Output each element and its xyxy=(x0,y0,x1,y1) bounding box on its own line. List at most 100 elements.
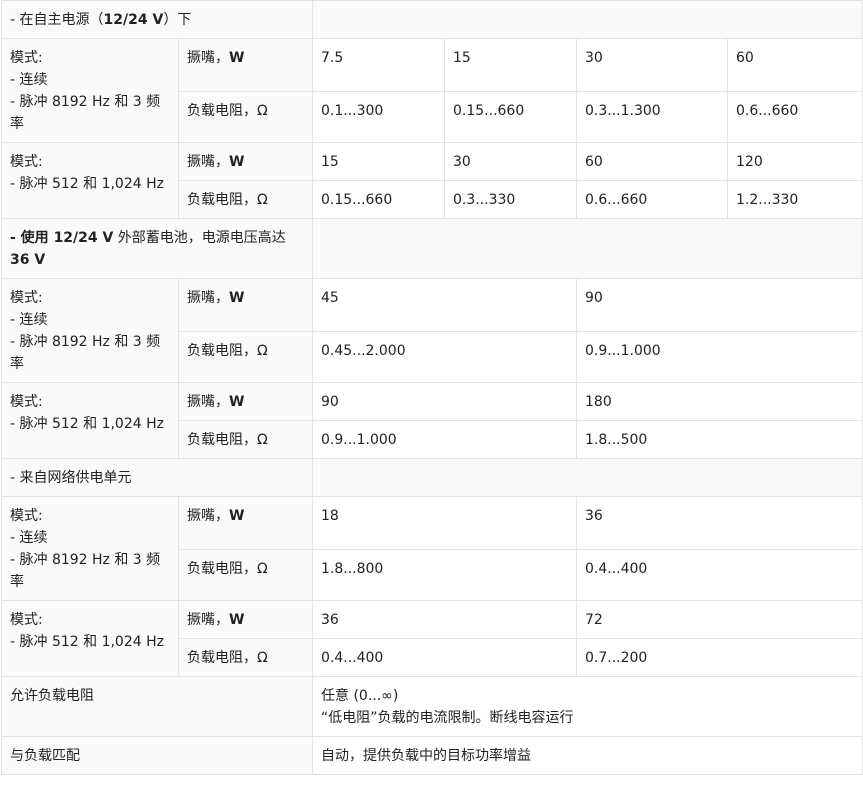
param-power-text: 撅嘴， xyxy=(187,508,229,524)
section-title-post: ）下 xyxy=(163,12,192,28)
section-title-pre: - 在自主电源（ xyxy=(10,12,104,28)
value-cell: 18 xyxy=(312,496,577,550)
value-cell: 90 xyxy=(576,278,863,332)
value-cell: 0.15...660 xyxy=(312,180,445,219)
value-cell: 36 xyxy=(576,496,863,550)
table-row: 模式: - 脉冲 512 和 1,024 Hz 撅嘴，W 90 180 xyxy=(1,382,863,459)
table-row: 允许负载电阻 任意 (0...∞) “低电阻”负载的电流限制。断线电容运行 xyxy=(1,676,863,737)
value-cell: 120 xyxy=(727,142,863,181)
param-power-label: 撅嘴，W xyxy=(178,496,313,550)
allowed-load-label: 允许负载电阻 xyxy=(1,676,313,737)
param-resistance-label: 负载电阻，Ω xyxy=(178,638,313,677)
table-row: 模式: - 连续 - 脉冲 8192 Hz 和 3 频率 撅嘴，W 45 90 xyxy=(1,278,863,383)
section-header-row: - 来自网络供电单元 xyxy=(1,458,863,497)
mode-pulse-8192: - 脉冲 8192 Hz 和 3 频率 xyxy=(10,94,161,132)
mode-pulse-8192: - 脉冲 8192 Hz 和 3 频率 xyxy=(10,334,161,372)
mode-label: 模式: xyxy=(10,290,43,306)
param-power-label: 撅嘴，W xyxy=(178,38,313,92)
mode-label: 模式: xyxy=(10,154,43,170)
value-cell: 72 xyxy=(576,600,863,639)
allowed-load-value: 任意 (0...∞) “低电阻”负载的电流限制。断线电容运行 xyxy=(312,676,863,737)
param-resistance-label: 负载电阻，Ω xyxy=(178,180,313,219)
value-cell: 0.3...330 xyxy=(444,180,577,219)
mode-label: 模式: xyxy=(10,508,43,524)
value-cell: 0.15...660 xyxy=(444,91,577,143)
mode-continuous: - 连续 xyxy=(10,312,48,328)
section-title-pre: - 使用 xyxy=(10,230,54,246)
value-cell: 0.3...1.300 xyxy=(576,91,728,143)
param-power-unit: W xyxy=(229,508,245,524)
section-header-row: - 使用 12/24 V 外部蓄电池，电源电压高达 36 V xyxy=(1,218,863,279)
section-title-bold: 12/24 V xyxy=(103,12,164,28)
value-cell: 30 xyxy=(444,142,577,181)
section-title: - 使用 12/24 V 外部蓄电池，电源电压高达 36 V xyxy=(1,218,313,279)
value-cell: 90 xyxy=(312,382,577,421)
value-cell: 1.2...330 xyxy=(727,180,863,219)
value-cell: 1.8...800 xyxy=(312,549,577,601)
mode-cell: 模式: - 脉冲 512 和 1,024 Hz xyxy=(1,600,179,677)
mode-cell: 模式: - 连续 - 脉冲 8192 Hz 和 3 频率 xyxy=(1,496,179,601)
value-cell: 0.4...400 xyxy=(576,549,863,601)
allowed-load-line2: “低电阻”负载的电流限制。断线电容运行 xyxy=(321,710,574,726)
section-title-bold: 12/24 V xyxy=(53,230,114,246)
value-cell: 180 xyxy=(576,382,863,421)
param-power-text: 撅嘴， xyxy=(187,290,229,306)
value-cell: 45 xyxy=(312,278,577,332)
value-cell: 0.9...1.000 xyxy=(576,331,863,383)
mode-label: 模式: xyxy=(10,394,43,410)
value-cell: 0.7...200 xyxy=(576,638,863,677)
param-power-unit: W xyxy=(229,154,245,170)
value-cell: 30 xyxy=(576,38,728,92)
mode-cell: 模式: - 脉冲 512 和 1,024 Hz xyxy=(1,382,179,459)
value-cell: 15 xyxy=(312,142,445,181)
value-cell: 0.6...660 xyxy=(727,91,863,143)
param-power-text: 撅嘴， xyxy=(187,50,229,66)
mode-pulse-8192: - 脉冲 8192 Hz 和 3 频率 xyxy=(10,552,161,590)
table-row: 模式: - 连续 - 脉冲 8192 Hz 和 3 频率 撅嘴，W 18 36 xyxy=(1,496,863,601)
value-cell: 15 xyxy=(444,38,577,92)
param-power-text: 撅嘴， xyxy=(187,154,229,170)
section-title-pre: - 来自网络供电单元 xyxy=(10,470,132,486)
matching-label: 与负载匹配 xyxy=(1,736,313,775)
value-cell: 1.8...500 xyxy=(576,420,863,459)
mode-pulse-512: - 脉冲 512 和 1,024 Hz xyxy=(10,176,164,192)
param-power-unit: W xyxy=(229,290,245,306)
allowed-load-line1: 任意 (0...∞) xyxy=(321,688,399,704)
section-title-bold2: 36 V xyxy=(10,252,46,268)
mode-cell: 模式: - 连续 - 脉冲 8192 Hz 和 3 频率 xyxy=(1,38,179,143)
value-cell: 0.1...300 xyxy=(312,91,445,143)
value-cell: 0.45...2.000 xyxy=(312,331,577,383)
mode-continuous: - 连续 xyxy=(10,72,48,88)
table-row: 模式: - 连续 - 脉冲 8192 Hz 和 3 频率 撅嘴，W 7.5 15… xyxy=(1,38,863,143)
param-power-unit: W xyxy=(229,612,245,628)
value-cell: 60 xyxy=(727,38,863,92)
param-resistance-label: 负载电阻，Ω xyxy=(178,420,313,459)
param-power-text: 撅嘴， xyxy=(187,612,229,628)
table-row: 模式: - 脉冲 512 和 1,024 Hz 撅嘴，W 36 72 xyxy=(1,600,863,677)
param-power-unit: W xyxy=(229,50,245,66)
table-row: 模式: - 脉冲 512 和 1,024 Hz 撅嘴，W 15 30 60 12… xyxy=(1,142,863,219)
mode-pulse-512: - 脉冲 512 和 1,024 Hz xyxy=(10,416,164,432)
section-title-post: 外部蓄电池，电源电压高达 xyxy=(113,230,286,246)
spec-table: - 在自主电源（12/24 V）下 模式: - 连续 - 脉冲 8192 Hz … xyxy=(1,0,863,775)
param-power-label: 撅嘴，W xyxy=(178,600,313,639)
section-header-row: - 在自主电源（12/24 V）下 xyxy=(1,0,863,39)
mode-pulse-512: - 脉冲 512 和 1,024 Hz xyxy=(10,634,164,650)
param-power-text: 撅嘴， xyxy=(187,394,229,410)
table-row: 与负载匹配 自动，提供负载中的目标功率增益 xyxy=(1,736,863,775)
value-cell: 7.5 xyxy=(312,38,445,92)
matching-value: 自动，提供负载中的目标功率增益 xyxy=(312,736,863,775)
section-header-blank xyxy=(312,218,863,279)
value-cell: 60 xyxy=(576,142,728,181)
mode-cell: 模式: - 连续 - 脉冲 8192 Hz 和 3 频率 xyxy=(1,278,179,383)
mode-cell: 模式: - 脉冲 512 和 1,024 Hz xyxy=(1,142,179,219)
mode-label: 模式: xyxy=(10,50,43,66)
mode-label: 模式: xyxy=(10,612,43,628)
section-header-blank xyxy=(312,0,863,39)
value-cell: 0.4...400 xyxy=(312,638,577,677)
value-cell: 0.9...1.000 xyxy=(312,420,577,459)
value-cell: 36 xyxy=(312,600,577,639)
param-power-label: 撅嘴，W xyxy=(178,382,313,421)
mode-continuous: - 连续 xyxy=(10,530,48,546)
section-header-blank xyxy=(312,458,863,497)
